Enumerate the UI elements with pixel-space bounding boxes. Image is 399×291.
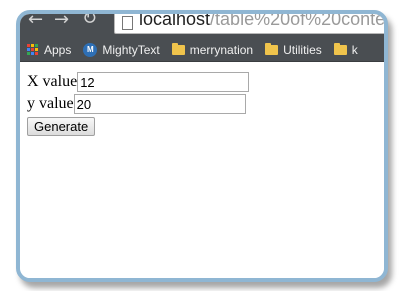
reload-icon[interactable]: ↻ [82,14,97,28]
folder-icon [171,42,185,55]
generate-button[interactable]: Generate [27,117,96,136]
bookmark-apps[interactable]: Apps [27,43,71,57]
folder-icon [333,42,347,55]
browser-toolbar: ← → ↻ localhost/table%20of%20content [20,14,384,38]
folder-icon [265,42,279,55]
apps-grid-icon [27,43,39,56]
y-value-row: y value [27,93,384,115]
bookmarks-bar: Apps M MightyText merrynation Utilities … [20,38,384,62]
generate-row: Generate [27,115,384,137]
y-value-input[interactable] [73,94,246,114]
address-bar[interactable]: localhost/table%20of%20content [114,10,388,34]
page-icon [122,16,133,30]
bookmark-folder-k[interactable]: k [333,42,358,57]
bookmark-utilities[interactable]: Utilities [265,42,322,57]
bookmark-mightytext[interactable]: M MightyText [83,42,160,57]
bookmark-label: MightyText [102,42,160,57]
bookmark-label: Apps [44,42,72,57]
x-value-label: X value [27,73,78,90]
bookmark-label: k [351,42,358,57]
back-arrow-icon[interactable]: ← [28,14,43,29]
y-value-label: y value [27,95,74,112]
url-text: localhost/table%20of%20content [139,10,388,29]
mightytext-icon: M [83,42,98,57]
bookmark-label: Utilities [283,42,322,57]
page-content: X value y value Generate [20,63,384,278]
x-value-row: X value [27,71,384,93]
bookmark-merrynation[interactable]: merrynation [171,42,254,57]
bookmark-label: merrynation [189,42,254,57]
forward-arrow-icon[interactable]: → [54,14,69,29]
browser-window: ← → ↻ localhost/table%20of%20content App… [16,10,388,282]
x-value-input[interactable] [77,72,250,92]
